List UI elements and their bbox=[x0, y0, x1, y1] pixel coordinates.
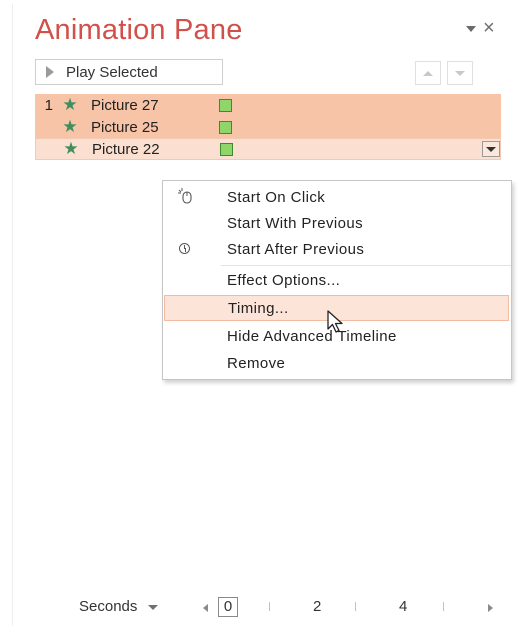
context-menu: Start On Click Start With Previous Start… bbox=[162, 180, 512, 380]
animation-label: Picture 22 bbox=[92, 140, 160, 158]
play-selected-button[interactable]: Play Selected bbox=[35, 59, 223, 85]
scale-value: 2 bbox=[313, 598, 322, 615]
star-icon: ★ bbox=[62, 95, 78, 114]
animation-item[interactable]: ★ Picture 22 bbox=[35, 138, 501, 160]
menu-item-remove[interactable]: Remove bbox=[163, 350, 511, 376]
scale-tick bbox=[443, 602, 444, 611]
close-icon[interactable]: × bbox=[483, 18, 495, 38]
move-up-icon bbox=[423, 70, 433, 76]
menu-separator bbox=[221, 265, 511, 266]
animation-item[interactable]: 1 ★ Picture 27 bbox=[35, 94, 501, 116]
mouse-pointer-icon bbox=[326, 310, 350, 341]
animation-label: Picture 25 bbox=[91, 118, 159, 136]
timeline-bar[interactable] bbox=[219, 120, 232, 134]
menu-item-start-on-click[interactable]: Start On Click bbox=[163, 184, 511, 210]
timeline-bar[interactable] bbox=[220, 142, 233, 156]
menu-item-effect-options[interactable]: Effect Options... bbox=[163, 267, 511, 293]
animation-order-number: 1 bbox=[44, 96, 53, 114]
menu-item-start-with-previous[interactable]: Start With Previous bbox=[163, 210, 511, 236]
seconds-dropdown[interactable]: Seconds bbox=[79, 598, 158, 615]
star-icon: ★ bbox=[63, 139, 79, 158]
seconds-label: Seconds bbox=[79, 598, 138, 615]
scale-tick bbox=[355, 602, 356, 611]
animation-list: 1 ★ Picture 27 ★ Picture 25 ★ Picture 22 bbox=[35, 94, 501, 160]
menu-item-label: Effect Options... bbox=[227, 271, 341, 289]
star-icon: ★ bbox=[62, 117, 78, 136]
move-down-button[interactable] bbox=[447, 61, 473, 85]
timeline-scale: 0 2 4 bbox=[203, 597, 493, 617]
timeline-footer: Seconds 0 2 4 bbox=[13, 596, 514, 620]
play-icon bbox=[46, 66, 54, 78]
mouse-click-icon bbox=[177, 187, 195, 207]
menu-item-start-after-previous[interactable]: Start After Previous bbox=[163, 236, 511, 262]
chevron-down-icon[interactable] bbox=[466, 26, 476, 32]
animation-pane: Animation Pane × Play Selected 1 ★ Pictu… bbox=[12, 4, 514, 626]
chevron-down-icon bbox=[486, 146, 496, 152]
menu-item-label: Remove bbox=[227, 354, 286, 372]
scroll-right-icon[interactable] bbox=[488, 604, 493, 612]
move-down-icon bbox=[455, 70, 465, 76]
animation-label: Picture 27 bbox=[91, 96, 159, 114]
menu-item-label: Start After Previous bbox=[227, 240, 365, 258]
chevron-down-icon bbox=[147, 604, 158, 610]
scale-tick bbox=[269, 602, 270, 611]
menu-item-label: Timing... bbox=[228, 299, 289, 317]
menu-item-label: Start On Click bbox=[227, 188, 326, 206]
scale-value: 4 bbox=[399, 598, 408, 615]
animation-item[interactable]: ★ Picture 25 bbox=[35, 116, 501, 138]
clock-icon bbox=[179, 243, 190, 254]
menu-item-label: Start With Previous bbox=[227, 214, 363, 232]
play-selected-label: Play Selected bbox=[66, 63, 158, 81]
scale-value-box: 0 bbox=[218, 597, 238, 617]
menu-item-label: Hide Advanced Timeline bbox=[227, 327, 397, 345]
pane-title: Animation Pane bbox=[35, 14, 243, 46]
timeline-bar[interactable] bbox=[219, 98, 232, 112]
scroll-left-icon[interactable] bbox=[203, 604, 208, 612]
move-up-button[interactable] bbox=[415, 61, 441, 85]
item-dropdown-button[interactable] bbox=[482, 141, 500, 157]
